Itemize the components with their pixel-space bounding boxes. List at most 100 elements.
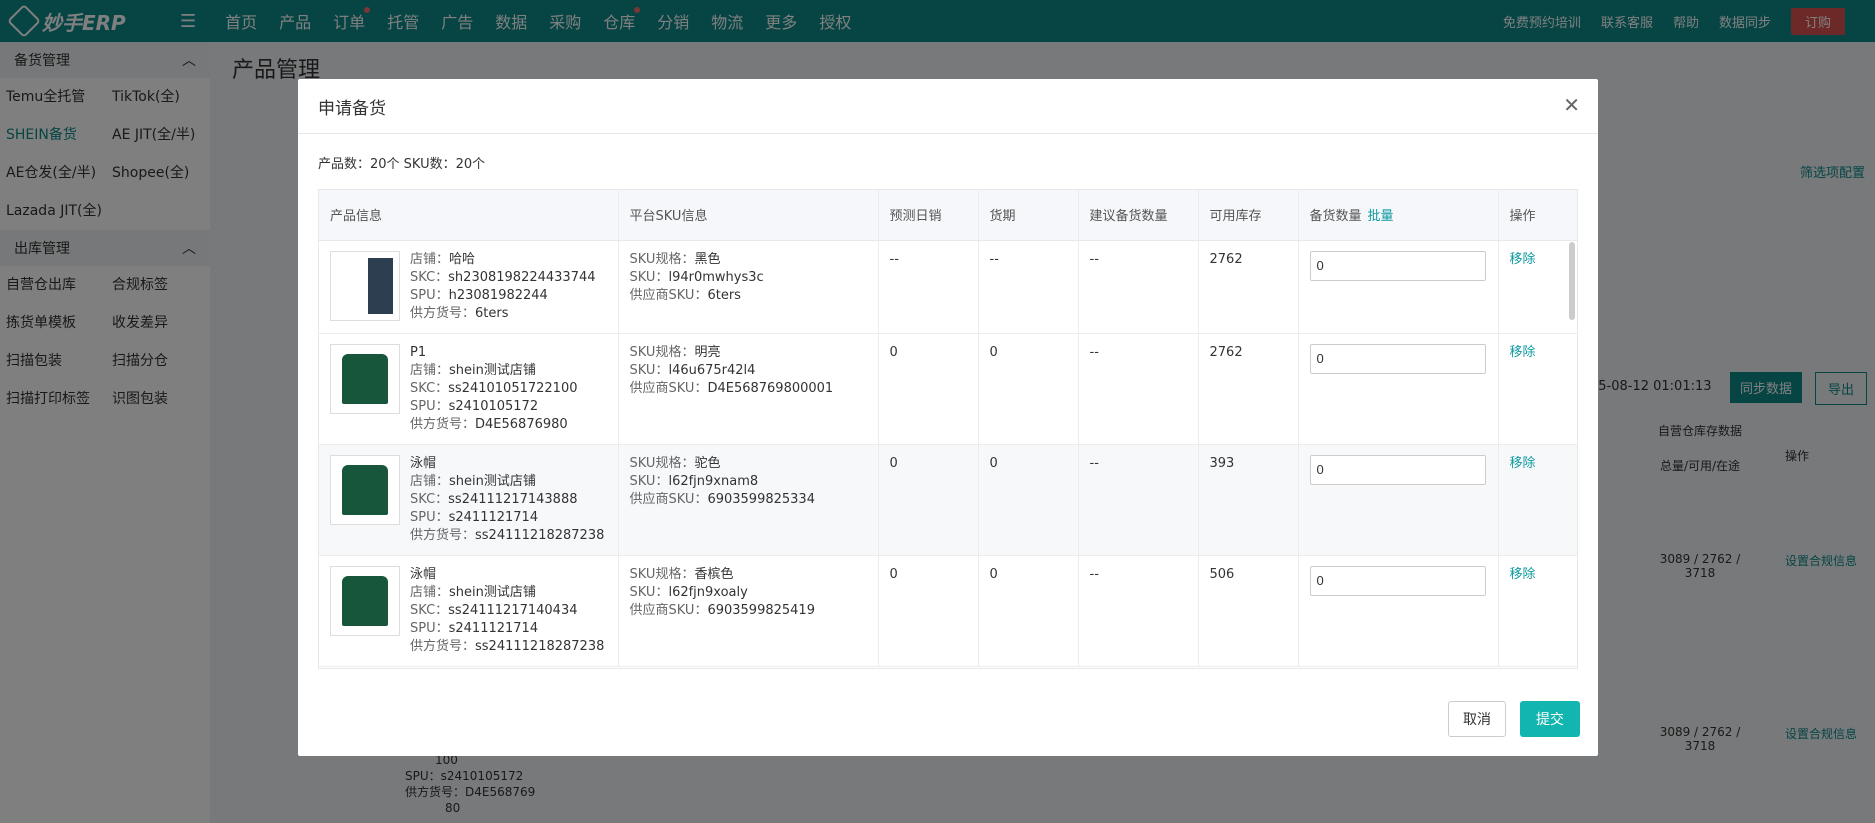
qty-cell [1298, 333, 1499, 445]
field-label: 供方货号： [410, 305, 476, 321]
cell-value: -- [1089, 344, 1099, 360]
field-label: SKU规格： [629, 455, 695, 471]
field-label: 供应商SKU： [629, 491, 708, 507]
value-cell: 0 [878, 333, 979, 445]
stock-quantity-input[interactable] [1309, 454, 1486, 485]
dialog-title: 申请备货 [298, 79, 1598, 134]
cell-value: -- [889, 251, 899, 267]
field-value: ss24101051722100 [448, 380, 578, 396]
field-value: 哈哈 [449, 251, 476, 267]
field-label: SKU： [629, 362, 669, 378]
cell-value: 393 [1209, 455, 1235, 471]
value-cell: 0 [978, 444, 1079, 556]
stock-quantity-input[interactable] [1309, 250, 1486, 281]
value-cell: 0 [878, 444, 979, 556]
field-value: shein测试店铺 [449, 362, 536, 378]
stock-request-dialog: 申请备货 ✕ 产品数：20个 SKU数：20个 产品信息 平台SKU信息 预测日销 货… [298, 79, 1598, 756]
table-header: 货期 [978, 190, 1079, 241]
field-label: 店铺： [410, 362, 450, 378]
field-value: ss24111217140434 [448, 602, 578, 618]
cell-value: 0 [989, 344, 998, 360]
table-row: P1 店铺：shein测试店铺 SKC：ss24101051722100 SPU：s2… [319, 333, 1577, 445]
field-value: ss24111218287238 [475, 638, 605, 654]
cell-value: 0 [989, 455, 998, 471]
table-header-label: 平台SKU信息 [629, 209, 708, 225]
field-value: 香槟色 [694, 566, 734, 582]
table-header-label: 可用库存 [1209, 209, 1262, 225]
value-cell: -- [1078, 240, 1199, 334]
value-cell: 0 [878, 555, 979, 667]
field-value: l94r0mwhys3c [668, 269, 764, 285]
table-header: 平台SKU信息 [618, 190, 879, 241]
product-name: P1 [410, 344, 427, 360]
product-thumbnail [330, 343, 400, 414]
field-label: SKC： [410, 602, 449, 618]
product-name: 泳帽 [410, 455, 437, 471]
field-label: SKU： [629, 584, 669, 600]
remove-link[interactable]: 移除 [1510, 456, 1536, 471]
sku-cell: SKU规格：明亮 SKU：l46u675r42l4 供应商SKU：D4E568769… [618, 333, 879, 445]
value-cell: 2762 [1198, 333, 1299, 445]
field-value: 6ters [475, 305, 509, 321]
product-cell: 泳帽 店铺：shein测试店铺 SKC：ss24111217143888 SPU：s2… [319, 444, 619, 556]
field-value: 驼色 [694, 455, 721, 471]
field-value: l62fjn9xnam8 [668, 473, 759, 489]
cell-value: 506 [1209, 566, 1235, 582]
field-value: ss24111217143888 [448, 491, 578, 507]
sku-cell: SKU规格：香槟色 SKU：l62fjn9xoaly 供应商SKU：69035998… [618, 555, 879, 667]
field-label: SKU规格： [629, 566, 695, 582]
field-label: SPU： [410, 287, 449, 303]
stock-quantity-input[interactable] [1309, 565, 1486, 596]
table-header-label: 预测日销 [889, 209, 942, 225]
field-value: h23081982244 [448, 287, 548, 303]
cell-value: -- [1089, 251, 1099, 267]
field-value: 黑色 [694, 251, 721, 267]
submit-button[interactable]: 提交 [1520, 701, 1580, 737]
field-value: D4E56876980 [475, 416, 568, 432]
field-label: SKU： [629, 269, 669, 285]
table-header-label: 货期 [989, 209, 1016, 225]
remove-link[interactable]: 移除 [1510, 345, 1536, 360]
close-icon[interactable]: ✕ [1563, 93, 1580, 117]
field-value: 明亮 [694, 344, 721, 360]
stock-table: 产品信息 平台SKU信息 预测日销 货期 建议备货数量 可用库存 备货数量 批量 操作 店铺： 哈… [318, 189, 1578, 669]
op-cell: 移除 [1498, 240, 1577, 334]
cell-value: 0 [889, 566, 898, 582]
remove-link[interactable]: 移除 [1510, 252, 1536, 267]
table-header: 可用库存 [1198, 190, 1299, 241]
product-thumbnail [330, 565, 400, 636]
remove-link[interactable]: 移除 [1510, 567, 1536, 582]
op-cell: 移除 [1498, 444, 1577, 556]
value-cell: 506 [1198, 555, 1299, 667]
value-cell: 393 [1198, 444, 1299, 556]
product-thumbnail [330, 454, 400, 525]
field-label: 供方货号： [410, 638, 476, 654]
table-header: 产品信息 [319, 190, 619, 241]
field-label: 供应商SKU： [629, 287, 708, 303]
cancel-button[interactable]: 取消 [1448, 701, 1506, 737]
value-cell: -- [878, 240, 979, 334]
field-label: SKU： [629, 473, 669, 489]
field-value: s2410105172 [448, 398, 539, 414]
field-value: l46u675r42l4 [668, 362, 756, 378]
product-cell: 泳帽 店铺：shein测试店铺 SKC：ss24111217140434 SPU：s2… [319, 555, 619, 667]
value-cell: 0 [978, 555, 1079, 667]
table-header: 操作 [1498, 190, 1577, 241]
field-label: SPU： [410, 509, 449, 525]
table-header-label: 建议备货数量 [1089, 209, 1168, 225]
field-value: shein测试店铺 [449, 584, 536, 600]
field-label: SKC： [410, 380, 449, 396]
table-header-label: 备货数量 [1309, 209, 1362, 225]
cell-value: 2762 [1209, 344, 1243, 360]
cell-value: 2762 [1209, 251, 1243, 267]
batch-link[interactable]: 批量 [1368, 209, 1394, 224]
table-row: 泳帽 店铺：shein测试店铺 SKC：ss24111217140434 SPU：s2… [319, 555, 1577, 667]
field-value: s2411121714 [448, 509, 539, 525]
value-cell: 0 [978, 333, 1079, 445]
product-name: 泳帽 [410, 566, 437, 582]
table-scrollbar[interactable] [1569, 242, 1575, 320]
field-label: SPU： [410, 620, 449, 636]
field-value: 6903599825334 [707, 491, 815, 507]
stock-quantity-input[interactable] [1309, 343, 1486, 374]
op-cell: 移除 [1498, 333, 1577, 445]
